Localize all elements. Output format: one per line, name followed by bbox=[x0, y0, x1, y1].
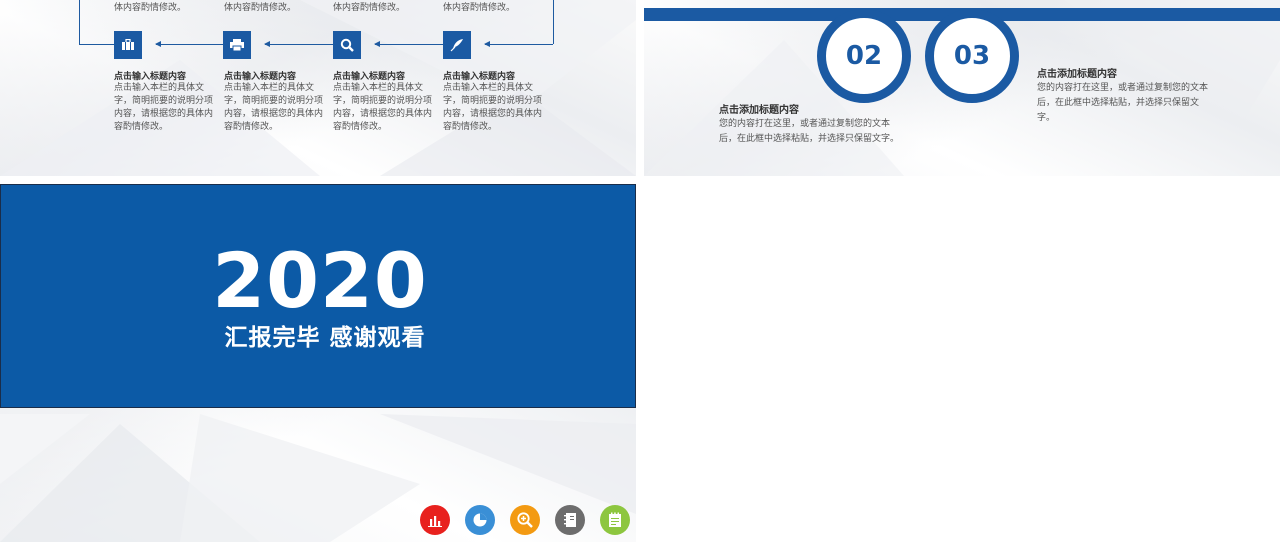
step-1-title: 点击输入标题内容 bbox=[114, 72, 187, 82]
bar-chart-icon bbox=[428, 516, 442, 527]
quill-icon bbox=[450, 39, 463, 52]
pie-chart-icon bbox=[473, 513, 487, 527]
flow-arrow bbox=[155, 41, 223, 47]
step-4-title: 点击输入标题内容 bbox=[443, 72, 516, 82]
step-2-box bbox=[223, 31, 251, 59]
step-4-desc: 点击输入本栏的具体文字，简明扼要的说明分项内容，请根据您的具体内容酌情修改。 bbox=[443, 83, 543, 132]
slide-thumbnail-ending[interactable]: 2020 汇报完毕 感谢观看 bbox=[0, 184, 636, 542]
notebook-icon bbox=[564, 513, 576, 527]
flow-arrow bbox=[374, 41, 443, 47]
step-desc-tail: 体内容酌情修改。 bbox=[443, 3, 516, 13]
step-3-desc: 点击输入本栏的具体文字，简明扼要的说明分项内容，请根据您的具体内容酌情修改。 bbox=[333, 83, 433, 132]
flow-connector-right bbox=[553, 0, 554, 44]
step-1-desc: 点击输入本栏的具体文字，简明扼要的说明分项内容，请根据您的具体内容酌情修改。 bbox=[114, 83, 214, 132]
thanks-subtitle: 汇报完毕 感谢观看 bbox=[224, 325, 426, 351]
step-3-title: 点击输入标题内容 bbox=[333, 72, 406, 82]
step-3-box bbox=[333, 31, 361, 59]
step-desc-tail: 体内容酌情修改。 bbox=[224, 3, 297, 13]
step-desc-tail: 体内容酌情修改。 bbox=[333, 3, 406, 13]
pie-chart-badge bbox=[465, 505, 495, 535]
notebook-badge bbox=[555, 505, 585, 535]
flow-connector-left-h bbox=[79, 44, 114, 45]
magnifier-icon bbox=[340, 38, 354, 52]
zoom-in-badge bbox=[510, 505, 540, 535]
notepad-badge bbox=[600, 505, 630, 535]
step-1-box bbox=[114, 31, 142, 59]
step-2-title: 点击输入标题内容 bbox=[224, 72, 297, 82]
flow-arrow bbox=[264, 41, 333, 47]
step-desc-tail: 体内容酌情修改。 bbox=[114, 3, 187, 13]
step-2-desc: 点击输入本栏的具体文字，简明扼要的说明分项内容，请根据您的具体内容酌情修改。 bbox=[224, 83, 324, 132]
block-right-title: 点击添加标题内容 bbox=[1037, 69, 1117, 80]
zoom-in-icon bbox=[517, 512, 533, 528]
bar-chart-badge bbox=[420, 505, 450, 535]
block-left-desc: 您的内容打在这里，或者通过复制您的文本后，在此框中选择粘贴，并选择只保留文字。 bbox=[719, 119, 900, 144]
slide-thumbnail-process[interactable]: 体内容酌情修改。 体内容酌情修改。 体内容酌情修改。 体内容酌情修改。 点击输入… bbox=[0, 0, 636, 176]
briefcase-icon bbox=[122, 39, 134, 50]
notepad-icon bbox=[609, 512, 621, 527]
flow-connector-left bbox=[79, 0, 80, 44]
step-4-box bbox=[443, 31, 471, 59]
printer-icon bbox=[230, 39, 244, 51]
year-title: 2020 bbox=[212, 236, 428, 325]
slide-thumbnail-timeline[interactable]: 02 03 点击添加标题内容 您的内容打在这里，或者通过复制您的文本后，在此框中… bbox=[644, 0, 1280, 176]
block-left-title: 点击添加标题内容 bbox=[719, 105, 799, 116]
number-circle-03: 03 bbox=[925, 9, 1019, 103]
flow-arrow bbox=[484, 41, 553, 47]
block-right-desc: 您的内容打在这里，或者通过复制您的文本后，在此框中选择粘贴，并选择只保留文字。 bbox=[1037, 83, 1209, 123]
number-circle-02: 02 bbox=[817, 9, 911, 103]
